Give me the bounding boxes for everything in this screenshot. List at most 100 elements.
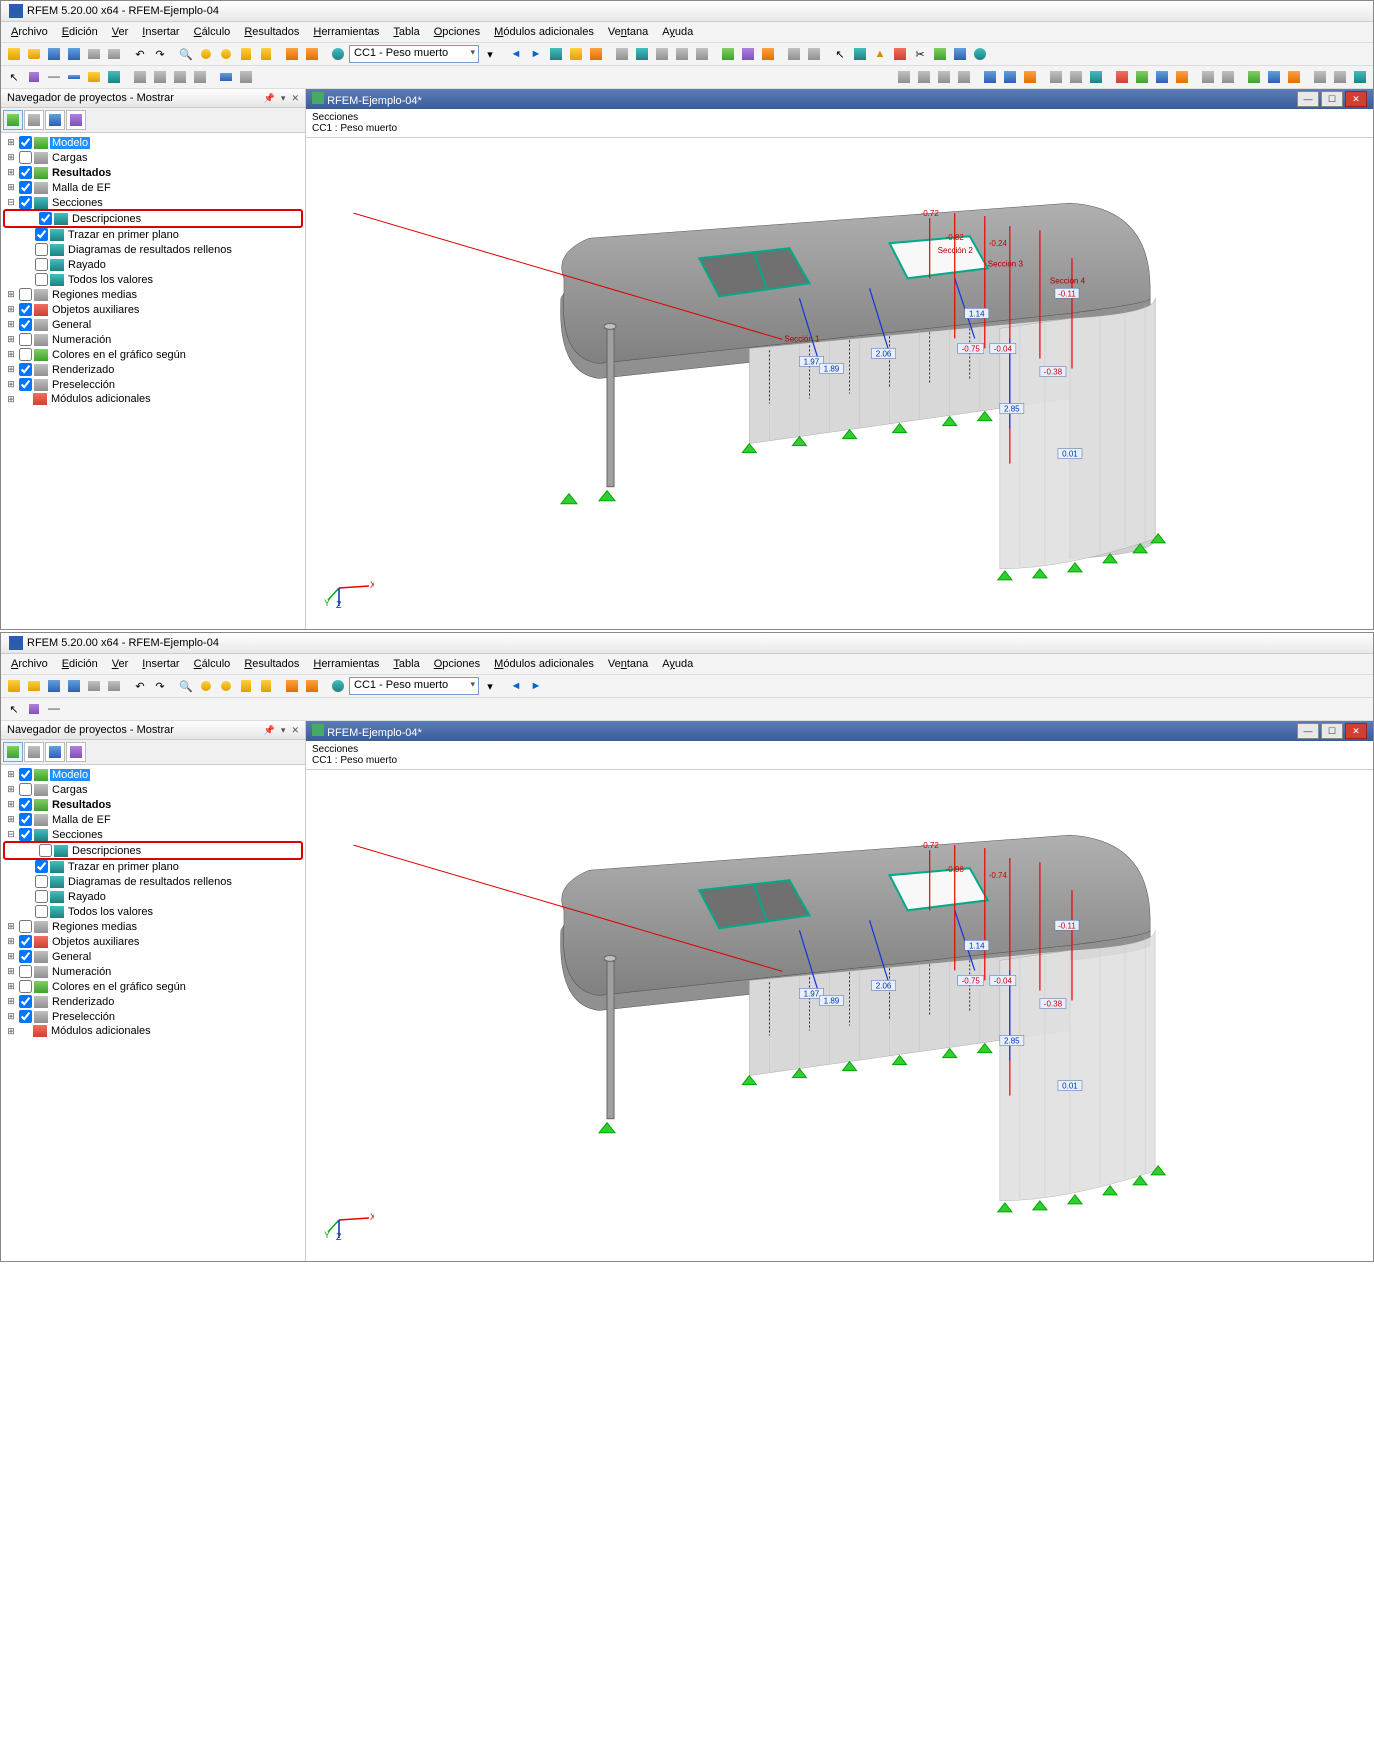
- node-icon[interactable]: [25, 68, 43, 86]
- menu-herramientas[interactable]: Herramientas: [307, 656, 385, 672]
- move-icon[interactable]: [131, 68, 149, 86]
- chk-num[interactable]: [19, 333, 32, 346]
- redo-icon[interactable]: ↷: [151, 677, 169, 695]
- print-icon[interactable]: [85, 677, 103, 695]
- mirror-icon[interactable]: [171, 68, 189, 86]
- calc2-icon[interactable]: [587, 45, 605, 63]
- view-side-icon[interactable]: [955, 68, 973, 86]
- menu-resultados[interactable]: Resultados: [238, 24, 305, 40]
- tree-colores[interactable]: ⊞Colores en el gráfico según: [3, 347, 303, 362]
- cross-icon[interactable]: [851, 45, 869, 63]
- paste-icon[interactable]: [237, 45, 255, 63]
- scale-icon[interactable]: [191, 68, 209, 86]
- tree-objetos-aux[interactable]: ⊞Objetos auxiliares: [3, 302, 303, 317]
- canvas-3d-top[interactable]: Sección 1 Sección 2 Sección 3 Sección 4 …: [306, 138, 1373, 629]
- nav-tab-views[interactable]: [45, 742, 65, 762]
- nav-dropdown-icon[interactable]: ▾: [281, 93, 286, 103]
- paste-icon[interactable]: [237, 677, 255, 695]
- tree-resultados[interactable]: ⊞Resultados: [3, 797, 303, 812]
- doc-max-button[interactable]: ☐: [1321, 723, 1343, 739]
- menu-calculo[interactable]: Cálculo: [188, 656, 237, 672]
- filter-b-icon[interactable]: [1067, 68, 1085, 86]
- snap-b-icon[interactable]: [1331, 68, 1349, 86]
- snap-c-icon[interactable]: [1351, 68, 1369, 86]
- scissors-icon[interactable]: ✂: [911, 45, 929, 63]
- tree-numeracion[interactable]: ⊞Numeración: [3, 964, 303, 979]
- view-iso-icon[interactable]: [895, 68, 913, 86]
- render-shade-icon[interactable]: [1021, 68, 1039, 86]
- chk-colores[interactable]: [19, 348, 32, 361]
- chk-primerplano[interactable]: [35, 228, 48, 241]
- viewport-b[interactable]: RFEM-Ejemplo-04* — ☐ ✕ Secciones CC1 : P…: [306, 721, 1373, 1261]
- nav-dropdown-icon[interactable]: ▾: [281, 725, 286, 735]
- cursor-icon[interactable]: ↖: [831, 45, 849, 63]
- chk-descripciones-b[interactable]: [39, 844, 52, 857]
- nav-close-icon[interactable]: ✕: [291, 725, 299, 735]
- color-d-icon[interactable]: [1173, 68, 1191, 86]
- menu-tabla[interactable]: Tabla: [387, 24, 425, 40]
- tree-resultados[interactable]: ⊞Resultados: [3, 165, 303, 180]
- saveall-icon[interactable]: [65, 677, 83, 695]
- menu-edicion[interactable]: Edición: [56, 656, 104, 672]
- menu-archivo[interactable]: Archivo: [5, 656, 54, 672]
- open-icon[interactable]: [25, 677, 43, 695]
- chk-resultados[interactable]: [19, 166, 32, 179]
- tree-rayado[interactable]: Rayado: [3, 257, 303, 272]
- flag-green-icon[interactable]: [1245, 68, 1263, 86]
- canvas-3d-bottom[interactable]: -0.72 -0.98 -0.74 -0.11 1.97 2.06 1.14 -…: [306, 770, 1373, 1261]
- chk-descripciones-a[interactable]: [39, 212, 52, 225]
- undo-icon[interactable]: ↶: [131, 45, 149, 63]
- warn-icon[interactable]: ▲: [871, 45, 889, 63]
- menu-opciones[interactable]: Opciones: [428, 656, 486, 672]
- open-icon[interactable]: [25, 45, 43, 63]
- nav-pin-icon[interactable]: 📌: [264, 725, 275, 735]
- tree-secciones[interactable]: ⊟Secciones: [3, 827, 303, 842]
- tree-renderizado[interactable]: ⊞Renderizado: [3, 362, 303, 377]
- tree-rayado[interactable]: Rayado: [3, 889, 303, 904]
- chk-general[interactable]: [19, 318, 32, 331]
- grid-icon[interactable]: [283, 677, 301, 695]
- doc-min-button[interactable]: —: [1297, 723, 1319, 739]
- zoom-icon[interactable]: 🔍: [177, 45, 195, 63]
- tree-malla[interactable]: ⊞Malla de EF: [3, 812, 303, 827]
- nav-tab-display[interactable]: [3, 742, 23, 762]
- extra-a-icon[interactable]: [1199, 68, 1217, 86]
- pointer-icon[interactable]: ↖: [5, 68, 23, 86]
- nav-tab-data[interactable]: [24, 742, 44, 762]
- view-front-icon[interactable]: [935, 68, 953, 86]
- viewport[interactable]: RFEM-Ejemplo-04* — ☐ ✕ Secciones CC1 : P…: [306, 89, 1373, 629]
- filter-a-icon[interactable]: [1047, 68, 1065, 86]
- rotate-icon[interactable]: [151, 68, 169, 86]
- globe-icon[interactable]: [329, 45, 347, 63]
- chk-malla[interactable]: [19, 181, 32, 194]
- result-c-icon[interactable]: [653, 45, 671, 63]
- undo-icon[interactable]: ↶: [131, 677, 149, 695]
- tree-primer-plano[interactable]: Trazar en primer plano: [3, 859, 303, 874]
- next-icon[interactable]: ►: [527, 677, 545, 695]
- search-icon[interactable]: [197, 677, 215, 695]
- module-b-icon[interactable]: [739, 45, 757, 63]
- menu-modulos[interactable]: Módulos adicionales: [488, 24, 600, 40]
- menu-tabla[interactable]: Tabla: [387, 656, 425, 672]
- shield-icon[interactable]: [931, 45, 949, 63]
- new-icon[interactable]: [5, 45, 23, 63]
- result-a-icon[interactable]: [613, 45, 631, 63]
- snap-a-icon[interactable]: [1311, 68, 1329, 86]
- color-a-icon[interactable]: [1113, 68, 1131, 86]
- save-icon[interactable]: [45, 677, 63, 695]
- printer-icon[interactable]: [105, 45, 123, 63]
- nav-tab-data[interactable]: [24, 110, 44, 130]
- tree-general[interactable]: ⊞General: [3, 949, 303, 964]
- redo-icon[interactable]: ↷: [151, 45, 169, 63]
- tree-objetos-aux[interactable]: ⊞Objetos auxiliares: [3, 934, 303, 949]
- pointer-icon[interactable]: ↖: [5, 700, 23, 718]
- surface-icon[interactable]: [85, 68, 103, 86]
- tree-primer-plano[interactable]: Trazar en primer plano: [3, 227, 303, 242]
- printer-icon[interactable]: [105, 677, 123, 695]
- grid-icon[interactable]: [283, 45, 301, 63]
- view-a-icon[interactable]: [785, 45, 803, 63]
- tree-diagramas[interactable]: Diagramas de resultados rellenos: [3, 874, 303, 889]
- tree-renderizado[interactable]: ⊞Renderizado: [3, 994, 303, 1009]
- chk-secciones[interactable]: [19, 196, 32, 209]
- tree-preseleccion[interactable]: ⊞Preselección: [3, 1009, 303, 1024]
